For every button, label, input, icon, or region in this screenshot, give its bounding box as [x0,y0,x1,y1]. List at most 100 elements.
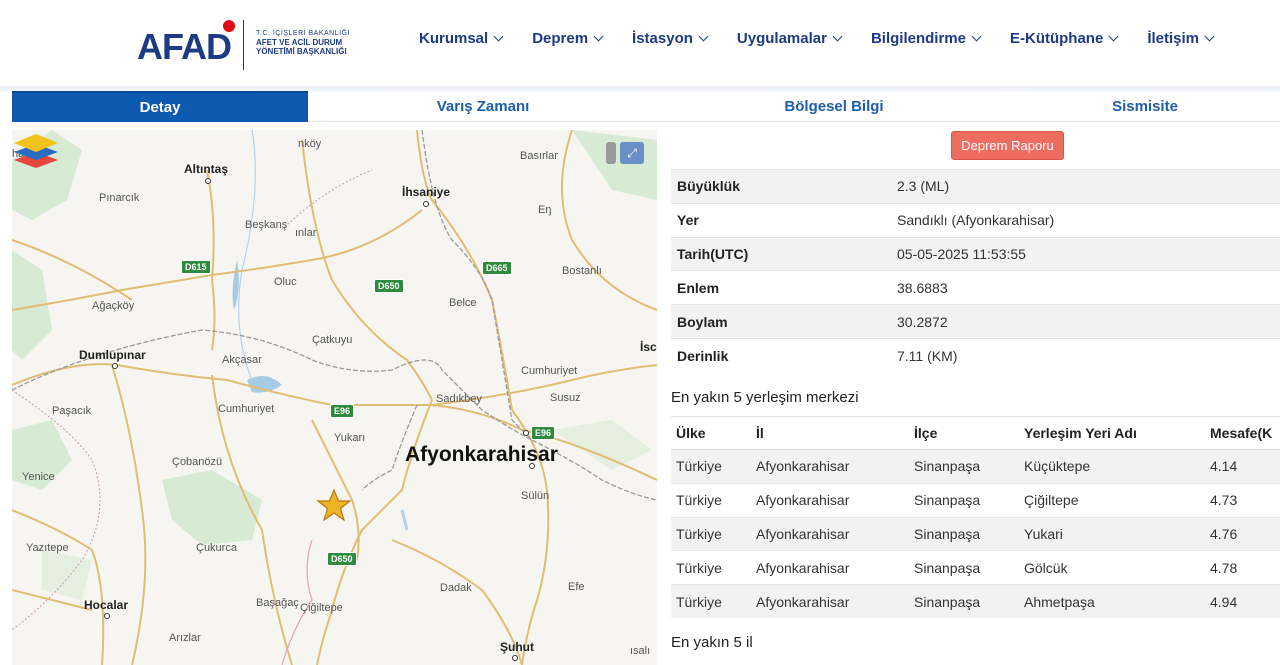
cell-il: Afyonkarahisar [751,482,909,518]
map-label-efe: Efe [568,581,585,593]
logo-text: AFAD [137,26,232,67]
earthquake-map[interactable]: hanlar Altıntaş Pınarcık Beşkanş ınlar n… [12,130,657,665]
detail-key: Boylam [671,304,891,339]
cell-yerlesim: Ahmetpaşa [1019,584,1205,619]
map-label-belce: Belce [449,297,477,309]
layers-icon[interactable] [12,130,60,170]
fullscreen-icon[interactable]: ⤢ [620,142,644,164]
detail-row: Derinlik 7.11 (KM) [671,337,1280,373]
afad-logo[interactable]: AFAD [137,22,232,72]
map-label-lar: ınlar [295,227,317,239]
cell-ulke: Türkiye [671,584,751,619]
nav-uygulamalar[interactable]: Uygulamalar [737,30,843,47]
road-sign-d665: D665 [482,261,512,275]
nav-label: E-Kütüphane [1009,30,1104,47]
tab-sismisite[interactable]: Sismisite [1010,91,1280,122]
detail-key: Tarih(UTC) [671,236,891,271]
nav-label: Bilgilendirme [870,30,966,47]
logo-subtitle-line1: T.C. İÇİŞLERİ BAKANLIĞI [256,30,350,37]
cell-yerlesim: Yukari [1019,516,1205,551]
nav-deprem[interactable]: Deprem [532,30,604,47]
map-label-sadikbey: Sadıkbey [436,393,482,405]
map-label-altintas: Altıntaş [184,162,229,176]
cell-il: Afyonkarahisar [751,584,909,619]
column-header-yerlesim[interactable]: Yerleşim Yeri Adı [1019,416,1205,450]
chevron-down-icon [971,31,982,42]
table-header-row: Ülke İl İlçe Yerleşim Yeri Adı Mesafe(K [671,416,1280,450]
earthquake-details-table: Büyüklük 2.3 (ML) Yer Sandıklı (Afyonkarah… [671,169,1280,373]
map-label-bostanli: Bostanlı [562,265,602,277]
map-label-dadak: Dadak [440,582,472,594]
map-label-yenice: Yenice [22,471,55,483]
detail-key: Yer [671,202,891,238]
tab-detay[interactable]: Detay [12,91,308,122]
logo-subtitle-line2: AFET VE ACİL DURUM [256,38,343,47]
star-icon[interactable] [316,488,352,522]
cell-il: Afyonkarahisar [751,550,909,585]
tab-bolgesel-bilgi[interactable]: Bölgesel Bilgi [658,91,1010,122]
table-row: Türkiye Afyonkarahisar Sinanpaşa Küçüktepe 4… [671,449,1280,484]
nav-label: Deprem [532,30,589,47]
nearby-provinces-title: En yakın 5 il [671,634,753,651]
detail-row: Enlem 38.6883 [671,270,1280,305]
map-label-ej: Eŋ [538,204,552,216]
map-label-basagac: Başağaç [256,597,299,609]
road-sign-e96-west: E96 [330,404,355,418]
road-sign-e96-east: E96 [531,426,556,440]
nav-e-kutuphane[interactable]: E-Kütüphane [1009,30,1119,47]
cell-yerlesim: Gölcük [1019,550,1205,585]
map-label-arizlar: Arızlar [169,632,201,644]
map-label-susuz: Susuz [550,392,581,404]
nav-kurumsal[interactable]: Kurumsal [419,30,504,47]
map-label-yazitepe: Yazıtepe [26,542,69,554]
town-marker [104,613,110,619]
tab-varis-zamani[interactable]: Varış Zamanı [308,91,658,122]
nav-iletisim[interactable]: İletişim [1147,30,1215,47]
site-header: AFAD T.C. İÇİŞLERİ BAKANLIĞI AFET VE ACİ… [0,0,1280,86]
map-label-hocalar: Hocalar [84,598,129,612]
column-header-ulke[interactable]: Ülke [671,416,751,450]
map-label-ihsaniye: İhsaniye [402,185,451,199]
road-sign-d650-north: D650 [374,279,404,293]
cell-ulke: Türkiye [671,550,751,585]
cell-mesafe: 4.78 [1205,550,1280,585]
map-label-afyonkarahisar: Afyonkarahisar [405,443,558,466]
chevron-down-icon [493,31,504,42]
detail-key: Büyüklük [671,169,891,204]
cell-ilce: Sinanpaşa [909,584,1019,619]
map-toggle-control[interactable] [606,142,616,164]
nav-istasyon[interactable]: İstasyon [632,30,709,47]
detail-row: Yer Sandıklı (Afyonkarahisar) [671,202,1280,238]
nav-label: İstasyon [632,30,693,47]
deprem-raporu-button[interactable]: Deprem Raporu [951,131,1064,160]
town-marker [423,201,429,207]
detail-key: Enlem [671,270,891,305]
map-label-suhut: Şuhut [500,640,534,654]
table-row: Türkiye Afyonkarahisar Sinanpaşa Çiğiltepe 4… [671,482,1280,518]
column-header-mesafe[interactable]: Mesafe(K [1205,416,1280,450]
cell-ilce: Sinanpaşa [909,482,1019,518]
column-header-ilce[interactable]: İlçe [909,416,1019,450]
column-header-il[interactable]: İl [751,416,909,450]
cell-ulke: Türkiye [671,482,751,518]
chevron-down-icon [832,31,843,42]
town-marker [529,463,535,469]
map-label-akcasar: Akçasar [222,354,262,366]
cell-ulke: Türkiye [671,449,751,484]
map-label-pasacik: Paşacık [52,405,92,417]
chevron-down-icon [1108,31,1119,42]
table-row: Türkiye Afyonkarahisar Sinanpaşa Gölcük 4.78 [671,550,1280,585]
main-nav: Kurumsal Deprem İstasyon Uygulamalar Bil… [419,30,1243,47]
cell-ilce: Sinanpaşa [909,449,1019,484]
nav-label: İletişim [1147,30,1199,47]
nearby-settlements-table: Ülke İl İlçe Yerleşim Yeri Adı Mesafe(K … [671,416,1280,619]
map-label-agackoy: Ağaçköy [92,300,135,312]
cell-mesafe: 4.73 [1205,482,1280,518]
map-label-beskans: Beşkanş [245,219,288,231]
nav-label: Kurumsal [419,30,489,47]
map-label-pinarcik: Pınarcık [99,192,140,204]
chevron-down-icon [593,31,604,42]
map-label-sulun: Sülün [521,490,550,502]
nav-bilgilendirme[interactable]: Bilgilendirme [870,30,982,47]
detail-value: 7.11 (KM) [891,337,1280,373]
